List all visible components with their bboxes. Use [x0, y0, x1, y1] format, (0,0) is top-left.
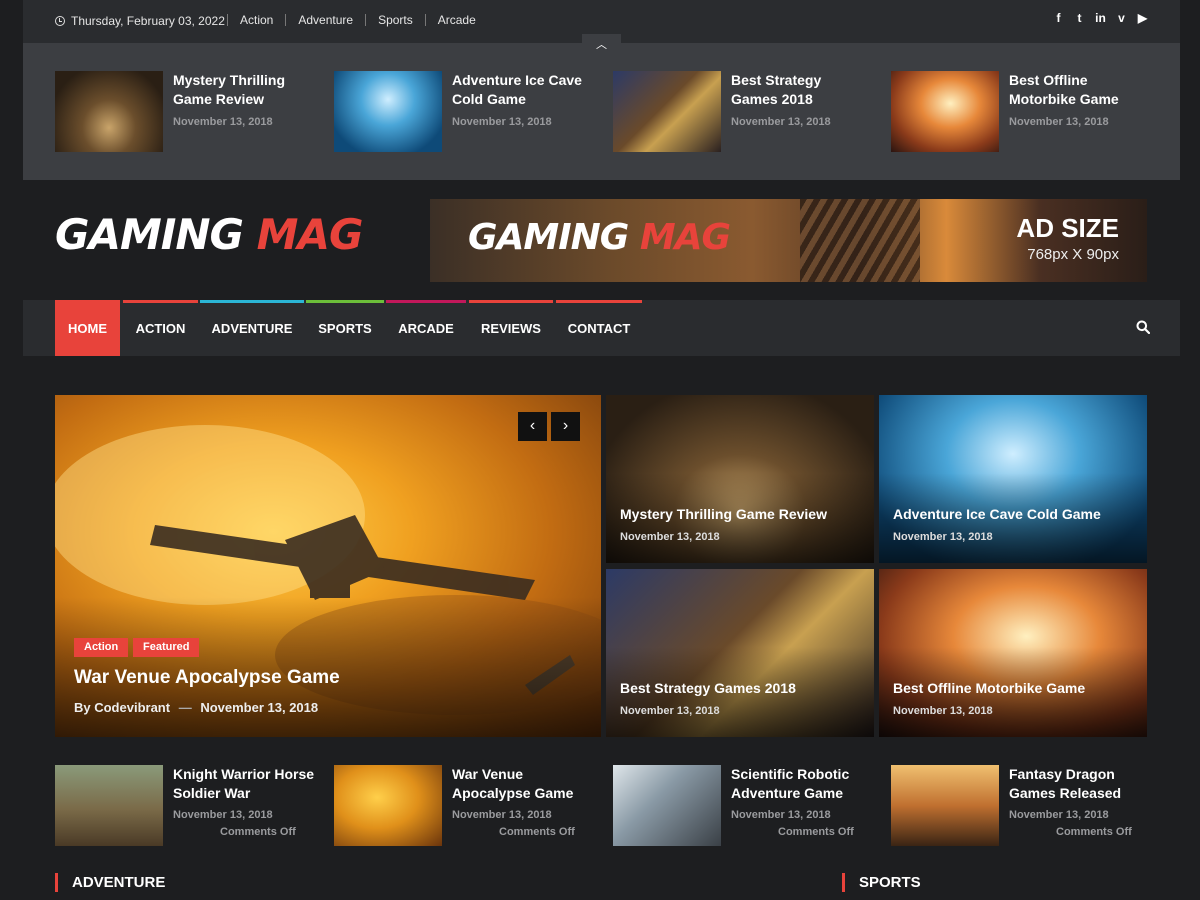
post-title[interactable]: Fantasy Dragon Games Released [1009, 765, 1159, 803]
hero-slider[interactable]: ‹ › Action Featured War Venue Apocalypse… [55, 395, 601, 737]
top-link-arcade[interactable]: Arcade [424, 14, 488, 26]
ad-banner[interactable]: GAMING MAG AD SIZE 768px X 90px [430, 199, 1147, 282]
nav-adventure[interactable]: ADVENTURE [200, 300, 304, 356]
post-thumbnail[interactable] [891, 765, 999, 846]
category-tag-featured[interactable]: Featured [133, 638, 200, 657]
post-thumbnail[interactable] [613, 71, 721, 152]
featured-post[interactable]: Best Offline Motorbike Game November 13,… [879, 569, 1147, 737]
nav-home[interactable]: HOME [55, 300, 120, 356]
hero-meta: By Codevibrant — November 13, 2018 [74, 700, 318, 715]
ad-size-label: AD SIZE [1016, 213, 1119, 243]
nav-arcade[interactable]: ARCADE [386, 300, 466, 356]
list-post[interactable]: Knight Warrior Horse Soldier War Novembe… [55, 765, 325, 846]
featured-post[interactable]: Adventure Ice Cave Cold Game November 13… [879, 395, 1147, 563]
post-thumbnail[interactable] [334, 765, 442, 846]
post-date: November 13, 2018 [1009, 809, 1109, 821]
logo-word-red: MAG [256, 210, 364, 259]
chevron-left-icon: ‹ [529, 417, 536, 434]
meta-separator: — [178, 700, 192, 715]
post-title[interactable]: Adventure Ice Cave Cold Game [452, 71, 592, 109]
ad-dimensions: 768px X 90px [1027, 246, 1119, 263]
hero-date: November 13, 2018 [200, 700, 319, 715]
top-link-action[interactable]: Action [227, 14, 285, 26]
post-date: November 13, 2018 [731, 116, 831, 128]
post-comments: Comments Off [220, 826, 296, 838]
date-display: Thursday, February 03, 2022 [55, 14, 225, 28]
strip-post[interactable]: Best Strategy Games 2018 November 13, 20… [613, 71, 873, 153]
ad-logo-red: MAG [639, 217, 731, 258]
post-date: November 13, 2018 [173, 809, 273, 821]
top-link-adventure[interactable]: Adventure [285, 14, 365, 26]
date-text: Thursday, February 03, 2022 [71, 14, 225, 28]
featured-post[interactable]: Mystery Thrilling Game Review November 1… [606, 395, 874, 563]
ad-logo: GAMING MAG [468, 217, 731, 258]
slider-prev-button[interactable]: ‹ [518, 412, 547, 441]
post-comments: Comments Off [499, 826, 575, 838]
post-title[interactable]: Best Strategy Games 2018 [731, 71, 871, 109]
post-thumbnail[interactable] [334, 71, 442, 152]
post-date: November 13, 2018 [620, 705, 720, 717]
top-link-sports[interactable]: Sports [365, 14, 425, 26]
youtube-icon[interactable]: ▶ [1137, 11, 1148, 25]
site-logo[interactable]: GAMING MAG [55, 210, 364, 259]
post-thumbnail[interactable] [613, 765, 721, 846]
post-comments: Comments Off [778, 826, 854, 838]
facebook-icon[interactable]: f [1053, 11, 1064, 25]
post-comments: Comments Off [1056, 826, 1132, 838]
chevron-up-icon: ︿ [596, 39, 607, 51]
post-title[interactable]: Scientific Robotic Adventure Game [731, 765, 881, 803]
post-title[interactable]: Best Strategy Games 2018 [620, 680, 796, 696]
hero-title[interactable]: War Venue Apocalypse Game [74, 667, 340, 689]
post-title[interactable]: Best Offline Motorbike Game [1009, 71, 1149, 109]
post-thumbnail[interactable] [55, 765, 163, 846]
strip-post[interactable]: Adventure Ice Cave Cold Game November 13… [334, 71, 594, 153]
strip-post[interactable]: Mystery Thrilling Game Review November 1… [55, 71, 315, 153]
logo-word-white: GAMING [55, 210, 244, 259]
section-heading-sports: SPORTS [842, 873, 921, 892]
post-thumbnail[interactable] [55, 71, 163, 152]
top-links: Action Adventure Sports Arcade [227, 14, 488, 26]
featured-post[interactable]: Best Strategy Games 2018 November 13, 20… [606, 569, 874, 737]
nav-contact[interactable]: CONTACT [556, 300, 642, 356]
section-heading-adventure: ADVENTURE [55, 873, 165, 892]
category-tag-action[interactable]: Action [74, 638, 129, 657]
chevron-right-icon: › [562, 417, 569, 434]
main-nav: HOME ACTION ADVENTURE SPORTS ARCADE REVI… [23, 300, 1180, 356]
list-post[interactable]: Fantasy Dragon Games Released November 1… [891, 765, 1161, 846]
post-title[interactable]: Adventure Ice Cave Cold Game [893, 506, 1101, 522]
post-title[interactable]: War Venue Apocalypse Game [452, 765, 602, 803]
collapse-toggle-button[interactable]: ︿ [582, 34, 621, 56]
social-links: f t in v ▶ [1053, 11, 1148, 25]
post-date: November 13, 2018 [452, 809, 552, 821]
twitter-icon[interactable]: t [1074, 11, 1085, 25]
search-icon[interactable] [1136, 320, 1150, 334]
post-title[interactable]: Mystery Thrilling Game Review [173, 71, 313, 109]
post-date: November 13, 2018 [1009, 116, 1109, 128]
post-date: November 13, 2018 [893, 531, 993, 543]
ad-logo-white: GAMING [468, 217, 629, 258]
post-date: November 13, 2018 [452, 116, 552, 128]
nav-action[interactable]: ACTION [123, 300, 198, 356]
list-post[interactable]: Scientific Robotic Adventure Game Novemb… [613, 765, 883, 846]
nav-sports[interactable]: SPORTS [306, 300, 384, 356]
nav-reviews[interactable]: REVIEWS [469, 300, 553, 356]
post-date: November 13, 2018 [731, 809, 831, 821]
post-title[interactable]: Knight Warrior Horse Soldier War [173, 765, 323, 803]
post-thumbnail[interactable] [891, 71, 999, 152]
vimeo-icon[interactable]: v [1116, 11, 1127, 25]
slider-next-button[interactable]: › [551, 412, 580, 441]
linkedin-icon[interactable]: in [1095, 11, 1106, 25]
post-date: November 13, 2018 [620, 531, 720, 543]
post-date: November 13, 2018 [893, 705, 993, 717]
clock-icon [55, 16, 65, 26]
strip-post[interactable]: Best Offline Motorbike Game November 13,… [891, 71, 1151, 153]
hero-author[interactable]: By Codevibrant [74, 700, 170, 715]
post-date: November 13, 2018 [173, 116, 273, 128]
post-title[interactable]: Mystery Thrilling Game Review [620, 506, 827, 522]
post-title[interactable]: Best Offline Motorbike Game [893, 680, 1085, 696]
recent-posts-strip: ︿ Mystery Thrilling Game Review November… [23, 34, 1180, 180]
ad-background-graphic [800, 199, 920, 282]
list-post[interactable]: War Venue Apocalypse Game November 13, 2… [334, 765, 604, 846]
